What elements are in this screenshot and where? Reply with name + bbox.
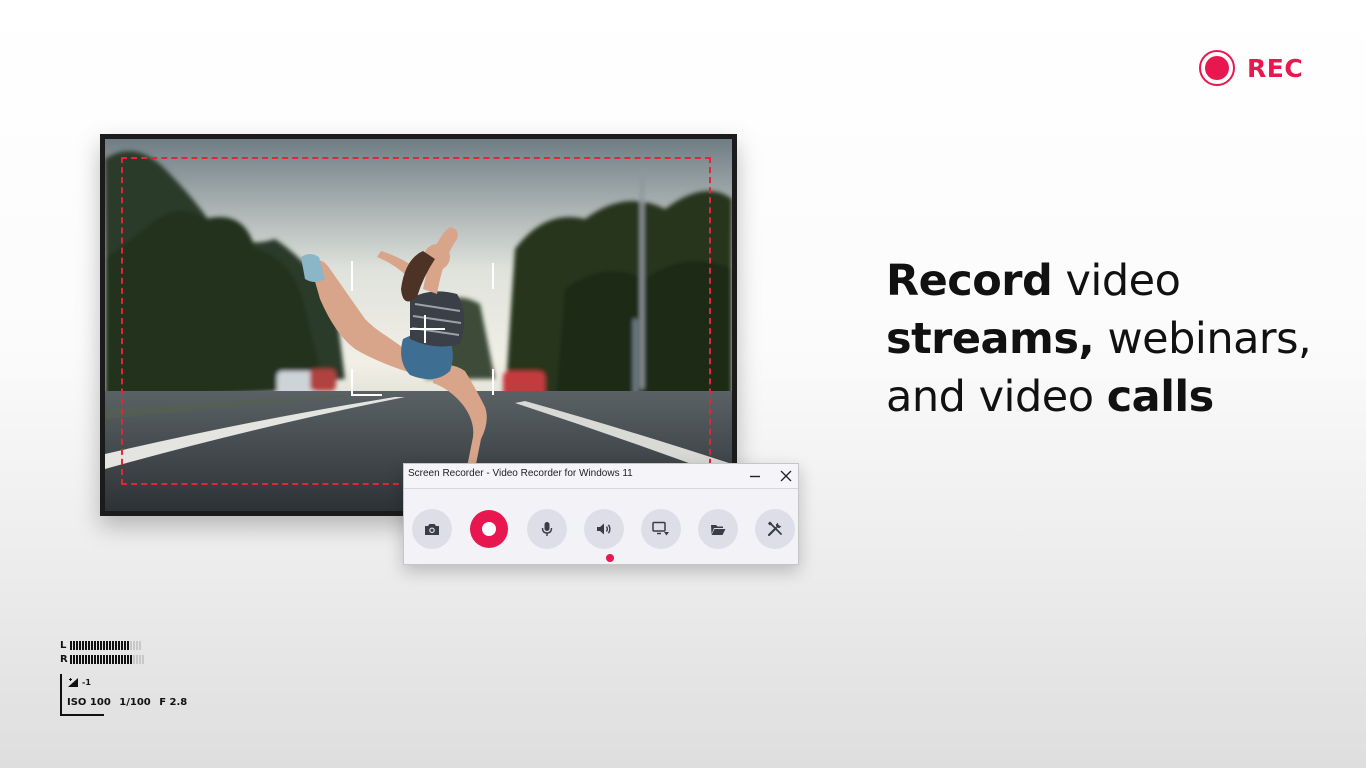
level-bar: [91, 640, 93, 650]
headline-text-3: and video: [886, 372, 1107, 422]
rec-label: REC: [1247, 53, 1304, 83]
record-status-icon: [1199, 50, 1235, 86]
system-audio-button[interactable]: [584, 509, 624, 549]
level-bar: [109, 654, 111, 664]
exposure-readout: ISO 100 1/100 F 2.8: [67, 697, 192, 708]
left-channel-meter: L: [60, 638, 144, 652]
level-bar: [130, 640, 132, 650]
level-bar: [115, 640, 117, 650]
level-bar: [97, 654, 99, 664]
recorder-toolbar: [412, 509, 795, 562]
level-bar: [121, 654, 123, 664]
level-bar: [139, 640, 141, 650]
recorder-window: Screen Recorder - Video Recorder for Win…: [403, 463, 799, 565]
level-bar: [100, 654, 102, 664]
level-bar: [130, 654, 132, 664]
level-bar: [103, 654, 105, 664]
microphone-button[interactable]: [527, 509, 567, 549]
record-button[interactable]: [470, 510, 508, 548]
record-icon: [482, 522, 496, 536]
level-bar: [103, 640, 105, 650]
minimize-button[interactable]: [744, 466, 766, 486]
level-bar: [88, 640, 90, 650]
aperture-value: F 2.8: [159, 697, 188, 708]
level-bar: [76, 640, 78, 650]
headline-bold-2: streams,: [886, 314, 1095, 364]
level-bar: [76, 654, 78, 664]
exposure-value: -1: [82, 678, 91, 687]
level-bar: [79, 640, 81, 650]
right-channel-meter: R: [60, 652, 144, 666]
level-bar: [109, 640, 111, 650]
close-icon: [780, 470, 792, 482]
level-bar: [70, 640, 72, 650]
level-bar: [127, 640, 129, 650]
folder-icon: [711, 524, 726, 535]
screenshot-button[interactable]: [412, 509, 452, 549]
level-bar: [88, 654, 90, 664]
settings-button[interactable]: [755, 509, 795, 549]
level-bar: [121, 640, 123, 650]
right-channel-label: R: [60, 653, 68, 665]
shutter-value: 1/100: [119, 697, 151, 708]
level-bar: [70, 654, 72, 664]
level-bar: [136, 640, 138, 650]
recorder-titlebar[interactable]: Screen Recorder - Video Recorder for Win…: [404, 464, 798, 489]
level-bar: [94, 654, 96, 664]
headline-text-2: webinars,: [1094, 314, 1312, 364]
headline-bold-1: Record: [886, 256, 1053, 306]
level-bar: [79, 654, 81, 664]
close-button[interactable]: [775, 466, 797, 486]
capture-source-dropdown[interactable]: [641, 509, 681, 549]
iso-value: ISO 100: [67, 697, 111, 708]
level-bar: [112, 654, 114, 664]
microphone-icon: [541, 522, 553, 536]
right-level-bars: [70, 654, 144, 664]
exposure-compensation: -1: [68, 678, 91, 687]
tools-icon: [767, 521, 782, 537]
level-bar: [142, 654, 144, 664]
level-bar: [82, 654, 84, 664]
level-bar: [97, 640, 99, 650]
headline-text-1: video: [1052, 256, 1181, 306]
speaker-icon: [597, 523, 611, 535]
level-bar: [118, 640, 120, 650]
audio-level-meters: L R: [60, 638, 144, 666]
level-bar: [139, 654, 141, 664]
photo-dancer-on-road: [105, 139, 732, 511]
level-bar: [133, 654, 135, 664]
level-bar: [82, 640, 84, 650]
camera-icon: [425, 524, 439, 535]
headline-bold-3: calls: [1106, 372, 1215, 422]
level-bar: [91, 654, 93, 664]
level-bar: [112, 640, 114, 650]
level-bar: [85, 654, 87, 664]
level-bar: [106, 654, 108, 664]
minimize-icon: [750, 475, 760, 478]
level-bar: [94, 640, 96, 650]
monitor-dropdown-icon: [652, 521, 669, 536]
level-bar: [133, 640, 135, 650]
level-bar: [124, 654, 126, 664]
level-bar: [100, 640, 102, 650]
window-title: Screen Recorder - Video Recorder for Win…: [408, 468, 633, 479]
level-bar: [106, 640, 108, 650]
screen-preview: [100, 134, 737, 516]
system-audio-active-indicator: [606, 554, 614, 562]
level-bar: [115, 654, 117, 664]
level-bar: [85, 640, 87, 650]
level-bar: [136, 654, 138, 664]
level-bar: [127, 654, 129, 664]
left-channel-label: L: [60, 639, 67, 651]
headline: Record video streams, webinars, and vide…: [886, 252, 1326, 426]
rec-indicator: REC: [1199, 50, 1303, 86]
level-bar: [73, 654, 75, 664]
level-bar: [118, 654, 120, 664]
level-bar: [73, 640, 75, 650]
exposure-icon: [68, 678, 78, 687]
open-folder-button[interactable]: [698, 509, 738, 549]
level-bar: [124, 640, 126, 650]
left-level-bars: [70, 640, 141, 650]
